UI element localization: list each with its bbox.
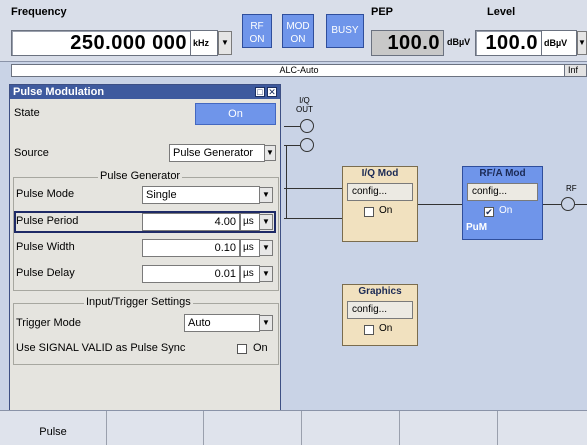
signal-valid-label: Use SIGNAL VALID as Pulse Sync <box>16 342 186 354</box>
frequency-unit-dropdown[interactable]: ▼ <box>218 31 232 55</box>
pep-value: 100.0 <box>371 30 444 56</box>
pulse-delay-label: Pulse Delay <box>16 267 75 279</box>
pep-label: PEP <box>371 6 394 18</box>
trigger-settings-group <box>13 303 279 365</box>
iq-out-label: I/Q OUT <box>296 96 313 114</box>
iq-mod-block[interactable]: I/Q Mod config... On <box>342 166 418 242</box>
pulse-width-label: Pulse Width <box>16 241 75 253</box>
softkey-4[interactable] <box>302 411 400 445</box>
iq-mod-on-checkbox[interactable] <box>364 207 374 217</box>
chevron-down-icon: ▼ <box>221 38 229 47</box>
graphics-config-button[interactable]: config... <box>347 301 413 319</box>
busy-indicator: BUSY <box>326 14 364 48</box>
rfa-mod-title: RF/A Mod <box>479 168 526 179</box>
level-label: Level <box>487 6 516 18</box>
rf-out-connector-icon <box>561 197 575 211</box>
pulse-width-field[interactable]: 0.10 <box>142 239 240 257</box>
pulse-mode-label: Pulse Mode <box>16 188 75 200</box>
level-unit[interactable]: dBµV <box>541 30 577 56</box>
source-select[interactable]: Pulse Generator <box>169 144 265 162</box>
dialog-title: Pulse Modulation <box>10 85 280 99</box>
signal-valid-checkbox[interactable] <box>237 344 247 354</box>
trigger-mode-select[interactable]: Auto <box>184 314 260 332</box>
softkey-5[interactable] <box>400 411 498 445</box>
chevron-down-icon: ▼ <box>262 269 270 278</box>
connector-line <box>543 204 561 205</box>
pulse-mode-dropdown[interactable]: ▼ <box>259 187 273 203</box>
rfa-mod-on-checkbox[interactable]: ✔ <box>484 207 494 217</box>
rfa-mod-pum-label: PuM <box>466 222 488 233</box>
trigger-mode-label: Trigger Mode <box>16 317 82 329</box>
trigger-settings-group-title: Input/Trigger Settings <box>84 296 193 308</box>
info-button[interactable]: Inf <box>564 64 587 77</box>
chevron-down-icon: ▼ <box>578 38 586 47</box>
chevron-down-icon: ▼ <box>266 148 274 157</box>
softkey-pulse-label: Pulse <box>39 426 67 438</box>
chevron-down-icon: ▼ <box>262 243 270 252</box>
connector-line <box>284 188 342 189</box>
softkey-6[interactable] <box>498 411 587 445</box>
connector-line <box>284 126 300 127</box>
mod-on-button[interactable]: MOD ON <box>282 14 314 48</box>
pulse-period-field[interactable]: 4.00 <box>142 213 240 231</box>
softkey-3[interactable] <box>204 411 302 445</box>
softkey-bar: Pulse <box>0 410 587 445</box>
pulse-period-unit[interactable]: µs <box>240 213 260 231</box>
graphics-on-label: On <box>379 323 393 334</box>
connector-line <box>286 145 287 218</box>
connector-line <box>418 204 462 205</box>
softkey-2[interactable] <box>107 411 204 445</box>
connector-line <box>575 204 587 205</box>
signal-valid-on-label: On <box>253 342 268 354</box>
level-field[interactable]: 100.0 <box>475 30 542 56</box>
rfa-mod-block[interactable]: RF/A Mod config... ✔ On PuM <box>462 166 543 240</box>
softkey-pulse[interactable]: Pulse <box>0 411 107 445</box>
pulse-period-label: Pulse Period <box>16 215 79 227</box>
pulse-delay-field[interactable]: 0.01 <box>142 265 240 283</box>
level-unit-dropdown[interactable]: ▼ <box>577 31 587 55</box>
pulse-modulation-dialog: Pulse Modulation □ ✕ State On Source Pul… <box>9 84 281 411</box>
iq-mod-title: I/Q Mod <box>361 168 399 179</box>
rf-label: RF <box>566 184 577 193</box>
frequency-unit[interactable]: kHz <box>190 30 218 56</box>
status-bar: Frequency 250.000 000 kHz ▼ RF ON MOD ON… <box>0 0 587 62</box>
pulse-delay-unit[interactable]: µs <box>240 265 260 283</box>
chevron-down-icon: ▼ <box>262 318 270 327</box>
graphics-block[interactable]: Graphics config... On <box>342 284 418 346</box>
frequency-field[interactable]: 250.000 000 <box>11 30 191 56</box>
state-toggle[interactable]: On <box>195 103 276 125</box>
source-label: Source <box>14 147 49 159</box>
iq-mod-config-button[interactable]: config... <box>347 183 413 201</box>
state-label: State <box>14 107 40 119</box>
rf-on-button[interactable]: RF ON <box>242 14 272 48</box>
pulse-generator-group-title: Pulse Generator <box>98 170 183 182</box>
frequency-label: Frequency <box>11 6 67 18</box>
iq-out-connector-icon <box>300 138 314 152</box>
pulse-delay-unit-dropdown[interactable]: ▼ <box>259 266 273 282</box>
close-icon[interactable]: ✕ <box>267 87 277 97</box>
pep-unit: dBµV <box>447 37 471 47</box>
pulse-mode-select[interactable]: Single <box>142 186 260 204</box>
chevron-down-icon: ▼ <box>262 190 270 199</box>
chevron-down-icon: ▼ <box>262 217 270 226</box>
pulse-width-unit-dropdown[interactable]: ▼ <box>259 240 273 256</box>
connector-line <box>284 218 342 219</box>
graphics-title: Graphics <box>358 286 402 297</box>
graphics-on-checkbox[interactable] <box>364 325 374 335</box>
pulse-period-unit-dropdown[interactable]: ▼ <box>259 214 273 230</box>
alc-status: ALC-Auto <box>11 64 587 77</box>
iq-out-connector-icon <box>300 119 314 133</box>
rfa-mod-config-button[interactable]: config... <box>467 183 538 201</box>
source-dropdown[interactable]: ▼ <box>264 145 276 161</box>
checkmark-icon: ✔ <box>485 207 493 217</box>
trigger-mode-dropdown[interactable]: ▼ <box>259 315 273 331</box>
rfa-mod-on-label: On <box>499 205 513 216</box>
pulse-width-unit[interactable]: µs <box>240 239 260 257</box>
iq-mod-on-label: On <box>379 205 393 216</box>
restore-icon[interactable]: □ <box>255 87 265 97</box>
